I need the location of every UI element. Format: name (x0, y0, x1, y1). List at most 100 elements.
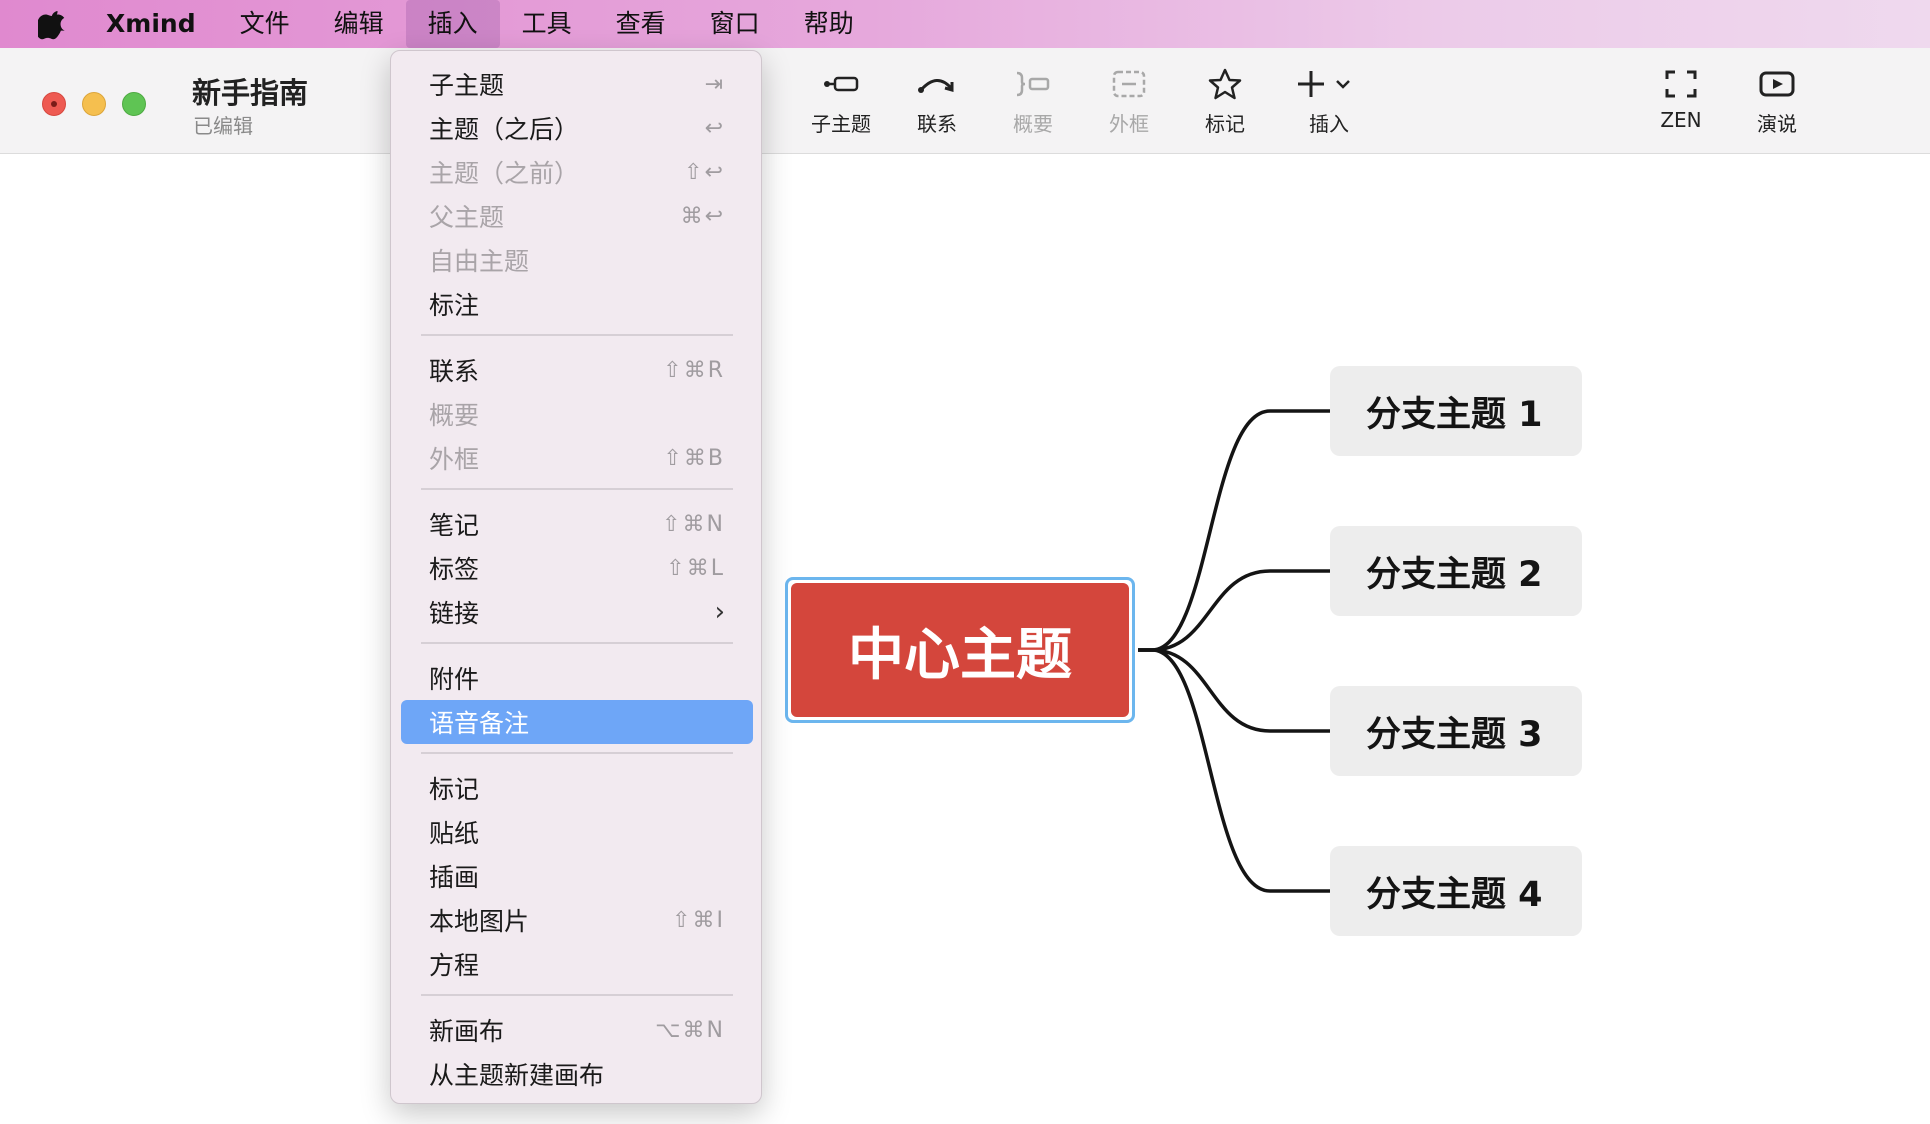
menu-item-shortcut: ⇧↩ (684, 159, 725, 185)
menu-item-shortcut: ⌥⌘N (655, 1017, 725, 1043)
central-topic[interactable]: 中心主题 (785, 577, 1135, 723)
plus-icon (1297, 62, 1361, 106)
menu-item-label: 语音备注 (429, 709, 530, 738)
app-window: 新手指南 已编辑 子主题 联系 概要 外框 标记 插入 ZEN 演说 中心主题 … (0, 48, 1930, 1124)
menu-item-shortcut: ⇧⌘R (663, 357, 725, 383)
menubar-app-name[interactable]: Xmind (96, 0, 218, 48)
menu-item-label: 自由主题 (429, 247, 530, 276)
toolbar-marker-button[interactable]: 标记 (1185, 62, 1265, 137)
toolbar-label: 插入 (1309, 112, 1349, 136)
menu-item-label: 新画布 (429, 1017, 505, 1046)
relationship-icon (917, 62, 957, 106)
menu-item-new-sheet-from-topic[interactable]: 从主题新建画布 (401, 1052, 753, 1096)
menu-item-label: 子主题 (429, 71, 505, 100)
menubar-help[interactable]: 帮助 (782, 0, 876, 48)
menu-item-label: 标签 (429, 555, 480, 584)
menu-item-illustration[interactable]: 插画 (401, 854, 753, 898)
menu-item-subtopic[interactable]: 子主题 ⇥ (401, 62, 753, 106)
summary-icon (1013, 62, 1053, 106)
menu-item-sticker[interactable]: 贴纸 (401, 810, 753, 854)
menu-item-relationship[interactable]: 联系 ⇧⌘R (401, 348, 753, 392)
toolbar-label: 演说 (1757, 112, 1797, 136)
subtopic-icon (821, 62, 861, 106)
menu-item-shortcut: ⇧⌘B (663, 445, 725, 471)
toolbar-relationship-button[interactable]: 联系 (897, 62, 977, 137)
menu-item-shortcut: ↩ (704, 115, 725, 141)
menu-separator (421, 334, 733, 336)
menu-item-label: 附件 (429, 665, 480, 694)
menubar-file[interactable]: 文件 (218, 0, 312, 48)
connector-line (1138, 648, 1330, 733)
zen-icon (1664, 62, 1698, 106)
menu-separator (421, 752, 733, 754)
menu-item-parent-topic[interactable]: 父主题 ⌘↩ (401, 194, 753, 238)
menu-item-label: 联系 (429, 357, 480, 386)
star-icon (1207, 62, 1243, 106)
apple-logo-icon[interactable] (38, 8, 66, 40)
menu-item-shortcut: ⌘↩ (680, 203, 725, 229)
menu-item-marker[interactable]: 标记 (401, 766, 753, 810)
menu-item-summary[interactable]: 概要 (401, 392, 753, 436)
maximize-window-button[interactable] (122, 92, 146, 116)
document-status: 已编辑 (193, 114, 253, 138)
menu-item-label: 本地图片 (429, 907, 530, 936)
menu-item-label: 主题（之前） (429, 159, 580, 188)
toolbar-boundary-button[interactable]: 外框 (1089, 62, 1169, 137)
insert-menu: 子主题 ⇥ 主题（之后） ↩ 主题（之前） ⇧↩ 父主题 ⌘↩ 自由主题 标注 … (390, 50, 762, 1104)
menu-item-link[interactable]: 链接 › (401, 590, 753, 634)
menu-item-label: 父主题 (429, 203, 505, 232)
menu-item-label: 链接 (429, 599, 480, 628)
menu-item-boundary[interactable]: 外框 ⇧⌘B (401, 436, 753, 480)
branch-topic-2[interactable]: 分支主题 2 (1330, 526, 1582, 616)
toolbar-label: 概要 (1013, 112, 1053, 136)
menu-item-floating-topic[interactable]: 自由主题 (401, 238, 753, 282)
toolbar-subtopic-button[interactable]: 子主题 (801, 62, 881, 137)
menubar-view[interactable]: 查看 (594, 0, 688, 48)
toolbar-label: 外框 (1109, 112, 1149, 136)
document-title: 新手指南 (192, 76, 309, 110)
menu-item-label: 笔记 (429, 511, 480, 540)
menu-item-label: 主题（之后） (429, 115, 580, 144)
toolbar-insert-button[interactable]: 插入 (1289, 62, 1369, 137)
connector-line (1138, 569, 1330, 652)
mindmap-canvas[interactable]: 中心主题 分支主题 1 分支主题 2 分支主题 3 分支主题 4 (0, 155, 1930, 1124)
title-bar: 新手指南 已编辑 子主题 联系 概要 外框 标记 插入 ZEN 演说 (0, 48, 1930, 154)
menu-item-shortcut: ⇧⌘L (666, 555, 725, 581)
menubar-insert[interactable]: 插入 (405, 0, 500, 48)
menu-item-label: 贴纸 (429, 819, 480, 848)
menu-item-callout[interactable]: 标注 (401, 282, 753, 326)
toolbar-label: 标记 (1205, 112, 1245, 136)
minimize-window-button[interactable] (82, 92, 106, 116)
menu-item-note[interactable]: 笔记 ⇧⌘N (401, 502, 753, 546)
menu-item-equation[interactable]: 方程 (401, 942, 753, 986)
toolbar-summary-button[interactable]: 概要 (993, 62, 1073, 137)
menu-item-label: 标注 (429, 291, 480, 320)
menu-item-shortcut: ⇧⌘N (662, 511, 725, 537)
branch-topic-3[interactable]: 分支主题 3 (1330, 686, 1582, 776)
toolbar-zen-button[interactable]: ZEN (1641, 62, 1721, 132)
menu-item-topic-before[interactable]: 主题（之前） ⇧↩ (401, 150, 753, 194)
toolbar-label: ZEN (1660, 108, 1702, 132)
menu-item-topic-after[interactable]: 主题（之后） ↩ (401, 106, 753, 150)
branch-topic-1[interactable]: 分支主题 1 (1330, 366, 1582, 456)
menubar-tools[interactable]: 工具 (500, 0, 594, 48)
boundary-icon (1111, 62, 1147, 106)
menu-item-voice-note[interactable]: 语音备注 (401, 700, 753, 744)
central-topic-label: 中心主题 (791, 583, 1129, 717)
menu-item-new-sheet[interactable]: 新画布 ⌥⌘N (401, 1008, 753, 1052)
menu-item-label: 标记 (429, 775, 480, 804)
menu-item-attachment[interactable]: 附件 (401, 656, 753, 700)
branch-topic-4[interactable]: 分支主题 4 (1330, 846, 1582, 936)
menu-item-local-image[interactable]: 本地图片 ⇧⌘I (401, 898, 753, 942)
connector-line (1138, 409, 1330, 652)
menu-item-shortcut: ⇥ (704, 71, 725, 97)
menu-item-label: 概要 (429, 401, 480, 430)
close-window-button[interactable] (42, 92, 66, 116)
menubar: Xmind 文件 编辑 插入 工具 查看 窗口 帮助 (0, 0, 1930, 48)
menu-separator (421, 994, 733, 996)
menubar-edit[interactable]: 编辑 (312, 0, 406, 48)
menu-item-label: 方程 (429, 951, 480, 980)
menu-item-label-tag[interactable]: 标签 ⇧⌘L (401, 546, 753, 590)
toolbar-present-button[interactable]: 演说 (1737, 62, 1817, 137)
menubar-window[interactable]: 窗口 (688, 0, 782, 48)
